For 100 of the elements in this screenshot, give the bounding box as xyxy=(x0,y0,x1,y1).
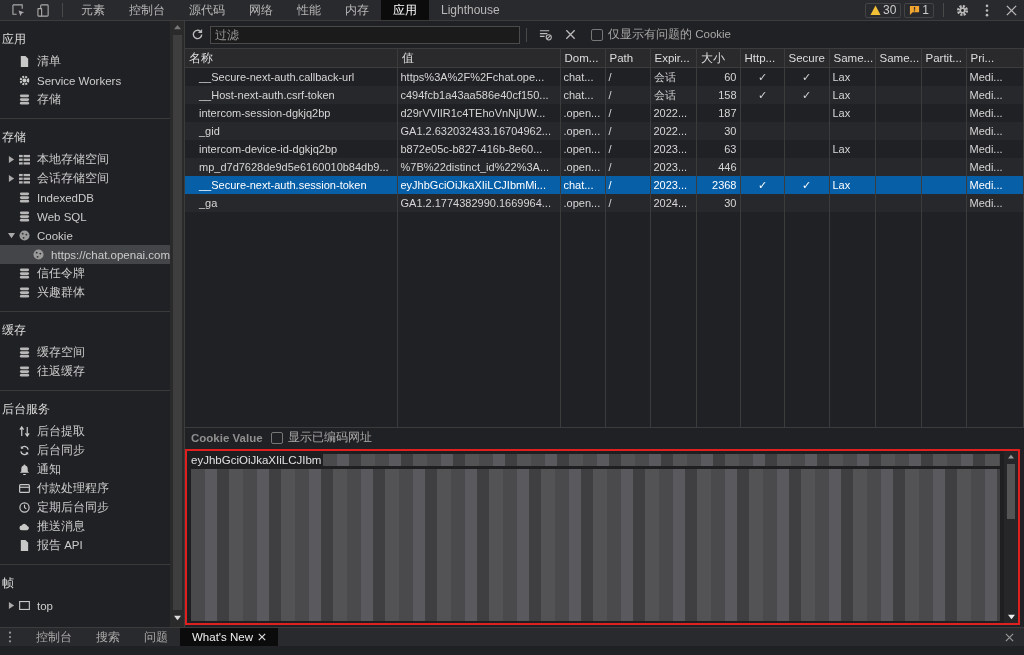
table-cell: 会话 xyxy=(653,70,676,83)
scroll-up-icon[interactable] xyxy=(1008,454,1014,460)
column-header[interactable]: Partit... xyxy=(921,49,966,68)
column-header[interactable]: Http... xyxy=(740,49,784,68)
column-header[interactable]: Expir... xyxy=(650,49,696,68)
section-title: 存储 xyxy=(1,129,27,146)
table-cell: Medi... xyxy=(969,161,1003,173)
collapsed-arrow-icon[interactable] xyxy=(8,602,15,609)
sidebar-item[interactable]: Web SQL xyxy=(0,207,170,226)
scrollbar[interactable] xyxy=(1004,451,1018,623)
issues-badge[interactable]: 1 xyxy=(904,2,934,18)
sidebar-item[interactable]: 会话存储空间 xyxy=(0,169,170,188)
sidebar-item[interactable]: 本地存储空间 xyxy=(0,150,170,169)
device-toolbar-icon[interactable] xyxy=(37,3,50,17)
sidebar-item[interactable]: 付款处理程序 xyxy=(0,479,170,498)
sidebar-item[interactable]: top xyxy=(0,596,170,615)
clock-icon xyxy=(19,502,30,513)
column-header[interactable]: Secure xyxy=(784,49,829,68)
drawer-tab[interactable]: 问题 xyxy=(132,628,180,646)
sidebar-item[interactable]: 报告 API xyxy=(0,536,170,555)
sidebar-item[interactable]: 兴趣群体 xyxy=(0,283,170,302)
sidebar-item[interactable]: https://chat.openai.com xyxy=(0,245,170,264)
sidebar-item[interactable]: 通知 xyxy=(0,460,170,479)
grid-icon xyxy=(19,154,30,165)
settings-icon[interactable] xyxy=(956,3,969,17)
sidebar-item[interactable]: 定期后台同步 xyxy=(0,498,170,517)
table-row[interactable]: _ga GA1.2.1774382990.1669964... .open... / 2024... 30 Medi... xyxy=(185,194,1024,212)
database-icon xyxy=(19,94,30,105)
filter-field[interactable]: 过滤 xyxy=(210,25,520,44)
inspect-element-icon[interactable] xyxy=(12,3,25,17)
sidebar-item[interactable]: 存储 xyxy=(0,90,170,109)
sidebar-item[interactable]: 缓存空间 xyxy=(0,343,170,362)
close-icon[interactable] xyxy=(1005,3,1018,17)
more-options-icon[interactable] xyxy=(8,631,12,643)
scroll-down-icon[interactable] xyxy=(173,614,181,621)
scrollbar[interactable] xyxy=(170,21,184,627)
table-cell: ✓ xyxy=(757,88,767,101)
database-icon xyxy=(19,268,30,279)
column-header[interactable]: Dom... xyxy=(560,49,605,68)
column-header[interactable]: Pri... xyxy=(966,49,1024,68)
drawer-tab[interactable]: What's New xyxy=(180,628,278,646)
sidebar-item[interactable]: Service Workers xyxy=(0,71,170,90)
section-title: 缓存 xyxy=(1,322,27,339)
table-cell: 2022... xyxy=(653,125,688,137)
sidebar-item[interactable]: 清单 xyxy=(0,52,170,71)
drawer-tab[interactable]: 搜索 xyxy=(84,628,132,646)
table-cell: 187 xyxy=(718,107,737,119)
table-row[interactable]: mp_d7d7628de9d5e6160010b84db9... %7B%22distinct_id%22%3A... .open... / 2023... 446 Medi... xyxy=(185,158,1024,176)
table-cell: Medi... xyxy=(969,179,1003,191)
table-row[interactable]: __Host-next-auth.csrf-token c494fcb1a43aa586e40cf150... chat... / 会话 158 ✓ ✓ Lax Medi... xyxy=(185,86,1024,104)
expanded-arrow-icon[interactable] xyxy=(8,232,15,239)
sidebar-item[interactable]: 推送消息 xyxy=(0,517,170,536)
drawer-tab[interactable]: 控制台 xyxy=(24,628,84,646)
table-cell: __Secure-next-auth.session-token xyxy=(199,179,367,191)
collapsed-arrow-icon[interactable] xyxy=(8,156,15,163)
panel-tab[interactable]: 元素 xyxy=(69,0,117,20)
sidebar-item[interactable]: 后台提取 xyxy=(0,422,170,441)
sidebar-item[interactable]: 往返缓存 xyxy=(0,362,170,381)
column-header[interactable]: Path xyxy=(605,49,650,68)
table-cell: / xyxy=(608,197,612,209)
column-header[interactable]: 名称 xyxy=(185,49,397,68)
panel-tab[interactable]: 内存 xyxy=(333,0,381,20)
delete-icon[interactable] xyxy=(564,28,577,41)
table-cell: 158 xyxy=(718,89,737,101)
panel-tab[interactable]: 应用 xyxy=(381,0,429,20)
table-row[interactable]: __Secure-next-auth.session-token eyJhbGciOiJkaXIiLCJIbmMi... chat... / 2023... 2368 ✓ ✓ Lax Medi... xyxy=(185,176,1024,194)
more-options-icon[interactable] xyxy=(985,3,989,17)
table-row[interactable]: _gid GA1.2.632032433.16704962... .open... / 2022... 30 Medi... xyxy=(185,122,1024,140)
collapsed-arrow-icon[interactable] xyxy=(8,175,15,182)
column-header[interactable]: 大小 xyxy=(696,49,740,68)
cloud-icon xyxy=(19,521,30,532)
database-icon xyxy=(19,366,30,377)
panel-tab[interactable]: 网络 xyxy=(237,0,285,20)
only-issues-checkbox[interactable]: 仅显示有问题的 Cookie xyxy=(591,27,731,42)
panel-tab[interactable]: 控制台 xyxy=(117,0,177,20)
sidebar-item[interactable]: IndexedDB xyxy=(0,188,170,207)
scroll-up-icon[interactable] xyxy=(173,24,181,31)
warnings-badge[interactable]: 30 xyxy=(864,2,902,18)
scroll-down-icon[interactable] xyxy=(1007,613,1015,620)
table-cell: 30 xyxy=(724,197,737,209)
panel-tab[interactable]: 性能 xyxy=(285,0,333,20)
column-header[interactable]: 值 xyxy=(397,49,560,68)
table-cell: __Secure-next-auth.callback-url xyxy=(199,71,355,83)
table-cell: 63 xyxy=(724,143,737,155)
table-cell: ✓ xyxy=(802,70,811,83)
show-decoded-checkbox[interactable]: 显示已编码网址 xyxy=(270,430,372,445)
sidebar-item[interactable]: 信任令牌 xyxy=(0,264,170,283)
column-header[interactable]: Same... xyxy=(829,49,875,68)
scroll-thumb[interactable] xyxy=(1007,464,1015,519)
table-cell: chat... xyxy=(563,179,594,191)
sidebar-item[interactable]: Cookie xyxy=(0,226,170,245)
table-cell: ✓ xyxy=(802,88,811,101)
table-cell: Medi... xyxy=(969,107,1003,119)
column-header[interactable]: Same... xyxy=(875,49,921,68)
refresh-icon[interactable] xyxy=(191,28,204,41)
clear-filter-icon[interactable] xyxy=(539,28,552,41)
panel-tab[interactable]: Lighthouse xyxy=(429,0,512,20)
gear-icon xyxy=(19,75,30,86)
sidebar-item[interactable]: 后台同步 xyxy=(0,441,170,460)
panel-tab[interactable]: 源代码 xyxy=(177,0,237,20)
